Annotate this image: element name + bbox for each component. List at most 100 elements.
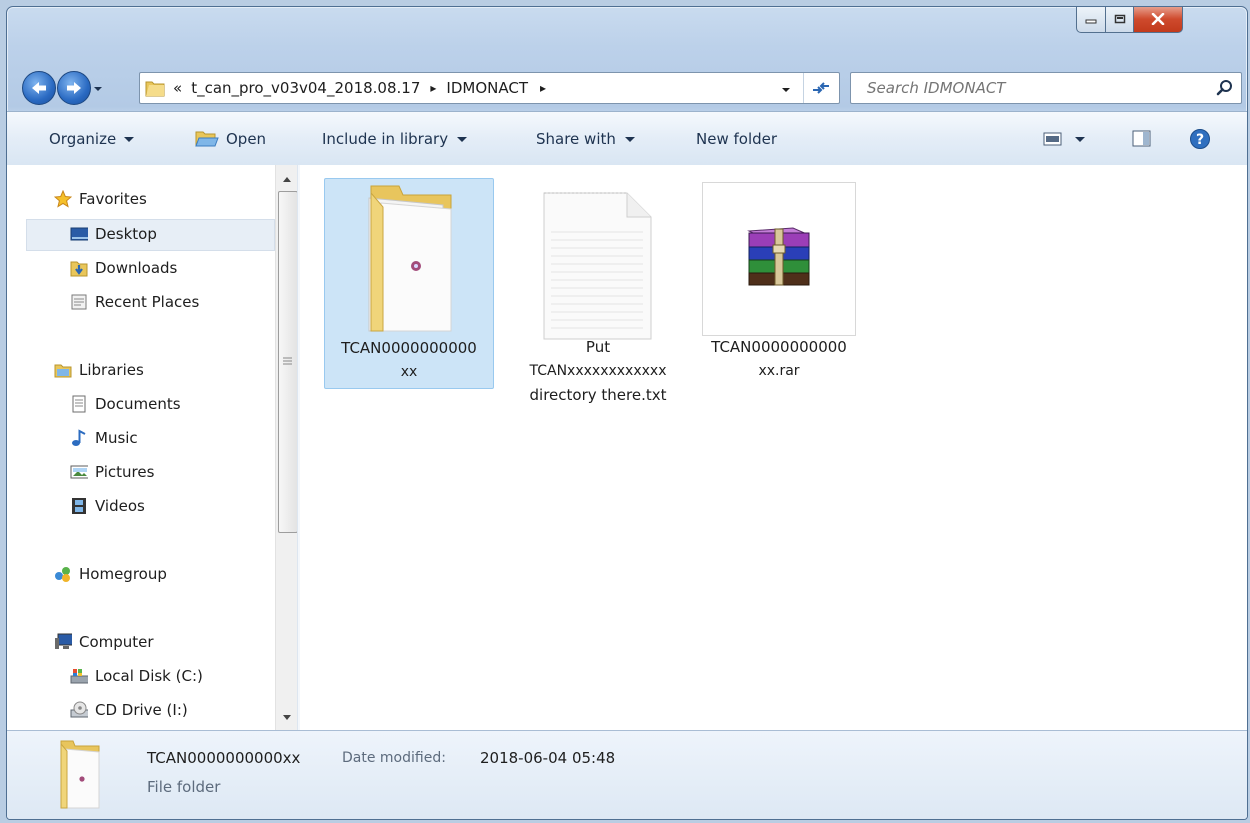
minimize-button[interactable] [1076, 7, 1106, 33]
address-bar[interactable]: « t_can_pro_v03v04_2018.08.17 ▸ IDMONACT… [139, 72, 840, 104]
pictures-icon [70, 463, 88, 481]
libraries-icon [54, 361, 72, 379]
recent-pages-dropdown[interactable] [92, 81, 104, 93]
nav-computer[interactable]: Computer [54, 628, 154, 656]
forward-arrow-icon [67, 82, 81, 94]
search-box[interactable] [850, 72, 1242, 104]
address-overflow[interactable]: « [173, 79, 182, 97]
star-icon [54, 190, 72, 208]
scroll-down-arrow-icon[interactable] [277, 710, 297, 724]
help-icon: ? [1190, 128, 1210, 149]
file-item-rar[interactable]: TCAN0000000000 xx.rar [695, 178, 863, 387]
nav-music-label: Music [95, 429, 138, 447]
back-button[interactable] [22, 71, 56, 105]
share-with-label: Share with [536, 129, 616, 148]
help-button[interactable]: ? [1189, 112, 1211, 165]
command-bar: Organize Open Include in library Share w… [7, 111, 1247, 166]
winrar-archive-icon [747, 227, 810, 286]
file-item-folder-name-1: TCAN0000000000 [341, 339, 477, 357]
navigation-pane: Favorites Desktop Downloads Recent Place… [7, 165, 275, 730]
music-icon [70, 429, 88, 447]
navigation-scrollbar[interactable] [275, 165, 298, 730]
back-arrow-icon [32, 82, 46, 94]
nav-pictures[interactable]: Pictures [70, 458, 154, 486]
breadcrumb-current[interactable]: IDMONACT [446, 79, 528, 97]
nav-documents[interactable]: Documents [70, 390, 181, 418]
maximize-button[interactable] [1106, 7, 1134, 33]
nav-recent-places-label: Recent Places [95, 293, 200, 311]
grip-icon [283, 357, 292, 365]
nav-downloads-label: Downloads [95, 259, 178, 277]
organize-button[interactable]: Organize [49, 112, 135, 165]
preview-pane-button[interactable] [1132, 112, 1152, 165]
nav-libraries-label: Libraries [79, 361, 144, 379]
computer-icon [54, 633, 72, 651]
address-history-dropdown[interactable] [780, 82, 792, 100]
documents-icon [70, 395, 88, 413]
homegroup-icon [54, 565, 72, 583]
file-item-rar-name-2: xx.rar [758, 363, 800, 379]
details-type: File folder [147, 778, 221, 796]
nav-favorites-label: Favorites [79, 190, 147, 208]
nav-homegroup[interactable]: Homegroup [54, 560, 167, 588]
file-item-folder[interactable]: TCAN0000000000 xx [324, 178, 494, 389]
include-in-library-label: Include in library [322, 129, 449, 148]
include-in-library-button[interactable]: Include in library [322, 112, 468, 165]
nav-cd-drive[interactable]: CD Drive (I:) [70, 696, 188, 724]
recent-places-icon [70, 293, 88, 311]
file-list: TCAN0000000000 xx Put TCANxxxxxxxxxxxx d… [300, 165, 1247, 730]
open-folder-icon [195, 131, 219, 146]
nav-computer-label: Computer [79, 633, 154, 651]
nav-music[interactable]: Music [70, 424, 138, 452]
folder-icon [60, 740, 100, 809]
window-controls [1076, 7, 1183, 34]
nav-libraries[interactable]: Libraries [54, 356, 144, 384]
desktop-icon [70, 225, 88, 243]
search-input[interactable] [865, 78, 1209, 98]
scrollbar-thumb[interactable] [278, 191, 298, 533]
refresh-button[interactable] [803, 73, 838, 103]
search-icon[interactable] [1216, 79, 1234, 101]
share-with-button[interactable]: Share with [536, 112, 636, 165]
nav-local-disk[interactable]: Local Disk (C:) [70, 662, 203, 690]
chevron-down-icon [782, 88, 790, 92]
nav-documents-label: Documents [95, 395, 181, 413]
details-pane: TCAN0000000000xx Date modified: 2018-06-… [7, 730, 1247, 819]
close-button[interactable] [1134, 7, 1183, 33]
folder-icon [368, 185, 452, 332]
forward-button[interactable] [57, 71, 91, 105]
downloads-folder-icon [70, 259, 88, 277]
explorer-window: « t_can_pro_v03v04_2018.08.17 ▸ IDMONACT… [6, 6, 1248, 820]
breadcrumb-parent[interactable]: t_can_pro_v03v04_2018.08.17 [191, 79, 420, 97]
folder-icon [145, 79, 165, 97]
new-folder-button[interactable]: New folder [696, 112, 777, 165]
view-options-dropdown[interactable] [1074, 112, 1086, 165]
nav-pictures-label: Pictures [95, 463, 155, 481]
videos-icon [70, 497, 88, 515]
chevron-down-icon [124, 136, 135, 142]
file-item-text-name-2: TCANxxxxxxxxxxxx [529, 363, 667, 379]
open-button[interactable]: Open [195, 112, 266, 165]
nav-desktop-label: Desktop [95, 225, 157, 243]
nav-cd-drive-label: CD Drive (I:) [95, 701, 188, 719]
preview-pane-icon [1132, 130, 1151, 146]
change-view-button[interactable] [1043, 112, 1063, 165]
nav-videos[interactable]: Videos [70, 492, 145, 520]
breadcrumb-separator-1[interactable]: ▸ [430, 81, 436, 95]
nav-downloads[interactable]: Downloads [70, 254, 177, 282]
scroll-up-arrow-icon[interactable] [277, 173, 297, 187]
maximize-icon [1114, 14, 1125, 24]
file-item-text[interactable]: Put TCANxxxxxxxxxxxx directory there.txt [514, 178, 682, 418]
text-file-icon [543, 192, 652, 340]
file-item-text-name-1: Put [585, 338, 611, 356]
view-icon [1043, 132, 1062, 145]
details-date-label: Date modified: [342, 750, 446, 766]
details-date-value: 2018-06-04 05:48 [480, 749, 616, 767]
breadcrumb-separator-2[interactable]: ▸ [540, 81, 546, 95]
nav-recent-places[interactable]: Recent Places [70, 288, 199, 316]
nav-desktop[interactable]: Desktop [70, 220, 157, 248]
refresh-icon [813, 82, 829, 94]
open-label: Open [226, 129, 267, 148]
nav-videos-label: Videos [95, 497, 145, 515]
nav-favorites[interactable]: Favorites [54, 185, 147, 213]
